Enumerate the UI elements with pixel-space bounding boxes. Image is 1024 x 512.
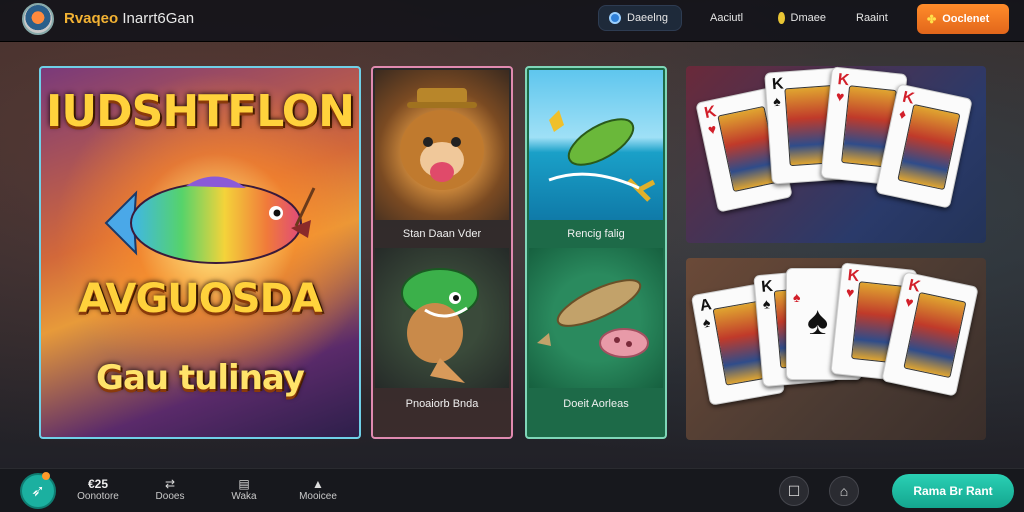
game-tile-column-b: Rencig falig Doeit Aorleas [525, 66, 667, 439]
card-suit: ♠ [762, 295, 771, 312]
nav-pill-label: Raaint [856, 12, 888, 24]
app-logo[interactable] [22, 3, 54, 35]
nav-pill-label: Aaciutl [710, 12, 744, 24]
brand-title: Rvaqeo Inarrt6Gan [64, 10, 194, 27]
rocket-button[interactable]: ➶ [20, 473, 56, 509]
bottom-cta-button[interactable]: Rama Br Rant [892, 474, 1014, 508]
nav-pill-raaint[interactable]: Raaint [846, 5, 906, 31]
card-suit: ♦ [897, 105, 908, 123]
jumping-fish-icon [548, 110, 656, 202]
globe-icon [609, 12, 621, 24]
card-rank: K [702, 103, 718, 123]
card-suit: ♥ [835, 87, 846, 105]
card-game-tile-bottom[interactable]: A ♠ K ♠ ♠ ♠ K ♥ K ♥ [686, 258, 986, 440]
fish-plate-icon [537, 279, 649, 358]
rainbow-fish-icon [104, 176, 316, 264]
game-tile-caption: Doeit Aorleas [563, 398, 629, 410]
nav-item-label: Waka [231, 491, 257, 502]
nav-item-waka[interactable]: ▤ Waka [214, 477, 274, 502]
hero-title-bottom: Gau tulinay [96, 358, 305, 398]
wallet-icon: ▤ [238, 477, 250, 491]
game-tile-sardine[interactable] [529, 248, 663, 388]
game-tile-green-fish[interactable] [375, 248, 509, 388]
top-bar: Rvaqeo Inarrt6Gan Daeelng Aaciutl Dmaee … [0, 0, 1024, 42]
hero-title-mid: AVGUOSDA [78, 276, 322, 322]
card-suit: ♠ [701, 313, 712, 331]
card-suit: ♥ [903, 293, 916, 311]
game-tile-lion[interactable] [375, 70, 509, 220]
nav-pill-label: Daeelng [627, 12, 668, 24]
nav-pill-aaciutl[interactable]: Aaciutl [700, 5, 758, 31]
triangle-icon: ▲ [312, 477, 324, 491]
card-suit: ♠ [772, 92, 782, 110]
game-tile-caption: Rencig falig [567, 228, 625, 240]
card-face-art [897, 103, 961, 191]
header-cta-button[interactable]: ✤ Ooclenet [917, 4, 1009, 34]
game-tile-caption: Stan Daan Vder [402, 228, 482, 240]
rocket-icon: ➶ [31, 483, 45, 500]
bottom-nav-bar: ➶ €25 Oonotore ⇄ Dooes ▤ Waka ▲ Mooicee … [0, 468, 1024, 512]
lion-mascot-icon [400, 88, 484, 190]
nav-item-dooes[interactable]: ⇄ Dooes [140, 477, 200, 502]
bottom-cta-label: Rama Br Rant [913, 484, 993, 498]
coin-icon [778, 12, 785, 24]
header-cta-label: Ooclenet [942, 13, 990, 25]
notification-dot [42, 472, 50, 480]
nav-pill-label: Dmaee [790, 12, 826, 24]
brand-secondary: Inarrt6Gan [122, 10, 195, 27]
balance-value: €25 [87, 477, 109, 491]
hero-banner[interactable]: IUDSHTFLON AVGUOSDA Gau tulinay [39, 66, 361, 439]
clover-icon: ✤ [927, 13, 937, 26]
card-rank: A [698, 296, 713, 315]
game-tile-caption: Pnoaiorb Bnda [405, 398, 479, 410]
game-tile-ocean-fish[interactable] [529, 70, 663, 220]
card-suit: ♥ [706, 120, 718, 138]
nav-item-balance[interactable]: €25 Oonotore [68, 477, 128, 502]
nav-item-label: Dooes [155, 491, 185, 502]
card-rank: K [771, 75, 785, 94]
game-tile-column-a: Stan Daan Vder Pnoaiorb Bnda [371, 66, 513, 439]
brand-primary: Rvaqeo [64, 10, 119, 27]
hero-title-top: IUDSHTFLON [46, 86, 355, 137]
nav-item-label: Oonotore [77, 491, 119, 502]
card-suit: ♠ [793, 289, 801, 305]
nav-item-label: Mooicee [299, 491, 337, 502]
nav-item-mooicee[interactable]: ▲ Mooicee [288, 477, 348, 502]
home-button[interactable]: ⌂ [829, 476, 859, 506]
chat-icon: ☐ [787, 482, 801, 499]
chat-button[interactable]: ☐ [779, 476, 809, 506]
swap-icon: ⇄ [164, 477, 176, 491]
spade-icon: ♠ [807, 299, 829, 343]
green-fish-icon [401, 268, 479, 383]
card-rank: K [760, 277, 774, 296]
nav-pill-dmaee[interactable]: Dmaee [768, 5, 836, 31]
home-icon: ⌂ [839, 483, 849, 499]
card-game-tile-top[interactable]: K ♥ K ♠ K ♥ K ♦ [686, 66, 986, 243]
nav-pill-daeelng[interactable]: Daeelng [598, 5, 682, 31]
card-suit: ♥ [845, 283, 856, 301]
